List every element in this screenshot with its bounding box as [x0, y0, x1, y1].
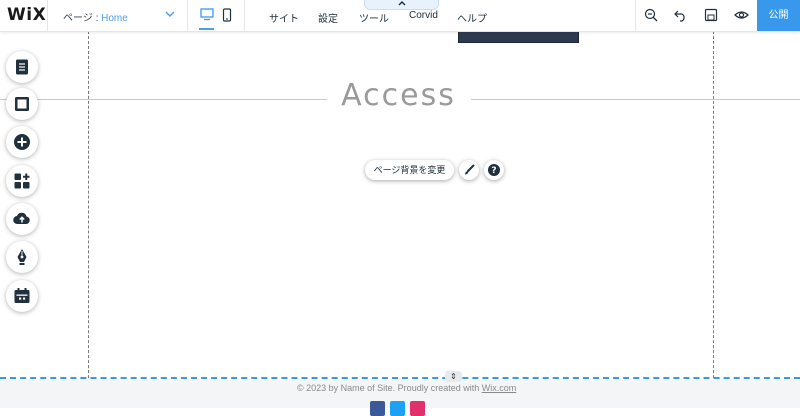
wix-logo[interactable]: WiX: [7, 5, 46, 25]
background-button[interactable]: [6, 88, 38, 120]
brush-icon: [465, 164, 475, 175]
divider: [187, 0, 188, 31]
question-icon: ?: [488, 164, 500, 176]
upload-icon: [13, 212, 30, 225]
zoom-out-icon[interactable]: [644, 8, 658, 22]
footer-resize-handle[interactable]: ⇕: [445, 371, 462, 382]
bookings-button[interactable]: [6, 280, 38, 312]
preview-eye-icon[interactable]: [734, 8, 749, 22]
menu-item-tools[interactable]: ツール: [359, 10, 389, 25]
upload-media-button[interactable]: [6, 203, 38, 235]
chevron-down-icon[interactable]: [165, 10, 175, 18]
facebook-icon[interactable]: [370, 401, 385, 416]
wix-link[interactable]: Wix.com: [482, 383, 517, 393]
twitter-icon[interactable]: [390, 401, 405, 416]
menu-item-settings[interactable]: 設定: [318, 10, 338, 25]
desktop-view-indicator: [199, 28, 214, 30]
design-background-button[interactable]: [459, 160, 479, 180]
left-gridline: [88, 31, 89, 408]
access-heading[interactable]: Access: [327, 78, 470, 113]
add-icon: [14, 134, 30, 150]
menu-item-site[interactable]: サイト: [269, 10, 299, 25]
right-gridline: [713, 31, 714, 408]
mobile-view-icon[interactable]: [222, 8, 232, 22]
page-selector-value: Home: [101, 13, 128, 24]
change-page-background-button[interactable]: ページ背景を変更: [365, 160, 454, 180]
divider: [635, 0, 636, 31]
copyright-text: © 2023 by Name of Site. Proudly created …: [297, 383, 482, 393]
pages-menu-button[interactable]: [6, 51, 38, 83]
footer-copyright: © 2023 by Name of Site. Proudly created …: [297, 383, 516, 393]
app-market-button[interactable]: [6, 165, 38, 197]
section-divider-right: [471, 99, 800, 100]
header-dark-block[interactable]: [458, 31, 579, 43]
svg-text:?: ?: [491, 166, 496, 176]
divider: [47, 0, 48, 31]
booking-icon: [14, 288, 30, 303]
save-icon[interactable]: [704, 8, 718, 22]
page-selector-prefix: ページ :: [63, 13, 102, 24]
pages-icon: [16, 59, 28, 75]
section-divider-left: [0, 99, 327, 100]
blog-button[interactable]: [6, 241, 38, 273]
publish-button[interactable]: 公開: [757, 0, 800, 31]
help-button[interactable]: ?: [484, 160, 504, 180]
blog-pen-icon: [17, 249, 27, 265]
app-market-icon: [14, 173, 30, 189]
instagram-icon[interactable]: [410, 401, 425, 416]
footer-boundary-line: [0, 377, 800, 379]
menu-item-corvid[interactable]: Corvid: [409, 10, 438, 21]
menu-item-help[interactable]: ヘルプ: [457, 10, 487, 25]
collapse-topbar-tab[interactable]: [364, 0, 439, 10]
chevron-up-icon: [398, 1, 405, 6]
desktop-view-icon[interactable]: [200, 8, 214, 21]
divider: [244, 0, 245, 31]
undo-icon[interactable]: [674, 8, 688, 22]
background-icon: [15, 97, 29, 111]
add-elements-button[interactable]: [6, 126, 38, 158]
page-selector[interactable]: ページ : Home: [63, 9, 128, 24]
